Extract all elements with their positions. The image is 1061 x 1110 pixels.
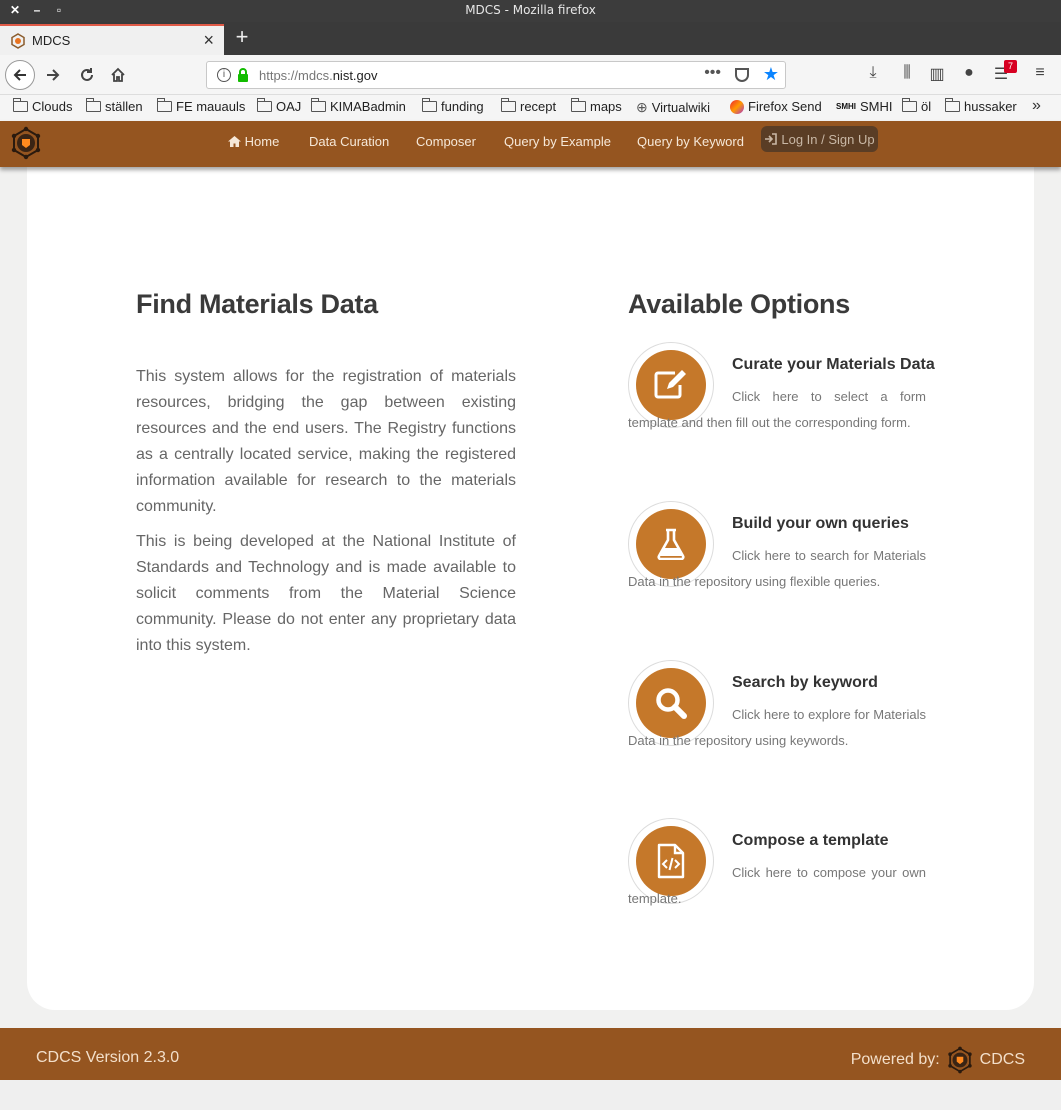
bookmark-ol[interactable]: öl — [901, 98, 931, 114]
option-description: Click here to search for Materials Data … — [628, 548, 926, 589]
nav-composer[interactable]: Composer — [416, 134, 476, 149]
option-description: Click here to select a form template and… — [628, 389, 926, 430]
home-button[interactable] — [103, 60, 133, 90]
home-icon — [228, 136, 241, 147]
folder-icon — [570, 98, 586, 112]
tab-close-icon[interactable]: × — [203, 30, 214, 51]
back-arrow-icon — [13, 69, 26, 81]
cdcs-logo-icon[interactable] — [946, 1046, 974, 1074]
option-title[interactable]: Compose a template — [732, 832, 888, 850]
url-text: https://mdcs.nist.gov — [259, 68, 378, 83]
forward-arrow-icon — [47, 69, 60, 81]
option-title[interactable]: Curate your Materials Data — [732, 356, 935, 374]
new-tab-button[interactable]: + — [230, 24, 254, 50]
find-materials-title: Find Materials Data — [136, 289, 378, 319]
bookmark-kimabadmin[interactable]: KIMABadmin — [310, 98, 406, 114]
page-actions-icon[interactable]: ••• — [704, 64, 721, 82]
bookmark-smhi[interactable]: SMHI SMHI — [836, 99, 893, 114]
bookmarks-overflow-icon[interactable]: » — [1032, 97, 1041, 115]
browser-toolbar: i https://mdcs.nist.gov ••• ★ ⤓ ⫼ ▥ ● ☰ … — [0, 55, 1061, 95]
tab-strip: MDCS × + — [0, 22, 1061, 55]
reload-button[interactable] — [72, 60, 102, 90]
intro-paragraph: This system allows for the registration … — [136, 368, 516, 515]
version-text: CDCS Version 2.3.0 — [36, 1049, 180, 1066]
folder-icon — [500, 98, 516, 112]
powered-by: Powered by: CDCS — [851, 1046, 1025, 1074]
globe-icon: ⊕ — [636, 99, 648, 115]
bookmark-oaj[interactable]: OAJ — [256, 98, 301, 114]
login-button[interactable]: Log In / Sign Up — [761, 126, 878, 152]
home-icon — [111, 67, 125, 82]
folder-icon — [310, 98, 326, 112]
bookmark-virtualwiki[interactable]: ⊕ Virtualwiki — [636, 99, 710, 116]
sign-in-icon — [765, 133, 778, 145]
menu-icon[interactable]: ≡ — [1029, 64, 1051, 82]
info-icon[interactable]: i — [217, 68, 231, 82]
bookmark-hussaker[interactable]: hussaker — [944, 98, 1017, 114]
folder-icon — [421, 98, 437, 112]
powered-by-label: Powered by: — [850, 1051, 940, 1068]
folder-icon — [256, 98, 272, 112]
option-description: Click here to explore for Materials Data… — [628, 707, 926, 748]
forward-button[interactable] — [38, 60, 68, 90]
notification-badge: 7 — [1004, 60, 1017, 73]
tab-mdcs[interactable]: MDCS × — [0, 24, 224, 55]
option-description: Click here to compose your own template. — [628, 865, 926, 906]
tab-title: MDCS — [32, 33, 71, 48]
site-footer: CDCS Version 2.3.0 Powered by: CDCS — [0, 1028, 1061, 1080]
bookmark-clouds[interactable]: Clouds — [12, 98, 72, 114]
nav-query-by-example[interactable]: Query by Example — [504, 134, 611, 149]
folder-icon — [901, 98, 917, 112]
window-title: MDCS - Mozilla firefox — [465, 3, 596, 17]
cdcs-brand-link[interactable]: CDCS — [980, 1051, 1025, 1069]
library-icon[interactable]: ⫼ — [896, 64, 918, 82]
page-bottom — [0, 1080, 1061, 1110]
bookmark-funding[interactable]: funding — [421, 98, 484, 114]
mdcs-favicon-icon — [11, 33, 25, 49]
bookmark-star-icon[interactable]: ★ — [763, 64, 779, 85]
sidebar-icon[interactable]: ▥ — [926, 64, 948, 84]
nav-query-by-keyword[interactable]: Query by Keyword — [637, 134, 744, 149]
bookmark-stallen[interactable]: ställen — [85, 98, 143, 114]
reload-icon — [81, 68, 93, 81]
nav-home[interactable]: Home — [228, 134, 279, 149]
smhi-icon: SMHI — [836, 102, 856, 111]
bookmark-maps[interactable]: maps — [570, 98, 622, 114]
bookmark-recept[interactable]: recept — [500, 98, 556, 114]
pocket-icon[interactable] — [735, 68, 749, 82]
folder-icon — [85, 98, 101, 112]
lock-icon — [238, 68, 248, 82]
bookmarks-bar: Clouds ställen FE mauauls OAJ KIMABadmin… — [0, 95, 1061, 121]
downloads-icon[interactable]: ⤓ — [862, 64, 884, 82]
site-header: Home Data Curation Composer Query by Exa… — [0, 121, 1061, 167]
account-icon[interactable]: ● — [958, 64, 980, 82]
option-title[interactable]: Build your own queries — [732, 515, 909, 533]
send-icon — [730, 99, 744, 114]
bookmark-firefox-send[interactable]: Firefox Send — [730, 99, 822, 114]
bookmark-fe-mauauls[interactable]: FE mauauls — [156, 98, 245, 114]
option-title[interactable]: Search by keyword — [732, 674, 878, 692]
window-titlebar: ✕ – ▫ MDCS - Mozilla firefox — [0, 0, 1061, 22]
back-button[interactable] — [5, 60, 35, 90]
folder-icon — [156, 98, 172, 112]
development-paragraph: This is being developed at the National … — [136, 533, 516, 654]
nav-data-curation[interactable]: Data Curation — [309, 134, 389, 149]
available-options-title: Available Options — [628, 289, 850, 319]
url-bar[interactable]: i https://mdcs.nist.gov ••• ★ — [206, 61, 786, 89]
folder-icon — [12, 98, 28, 112]
mdcs-logo-icon[interactable] — [9, 126, 43, 160]
folder-icon — [944, 98, 960, 112]
